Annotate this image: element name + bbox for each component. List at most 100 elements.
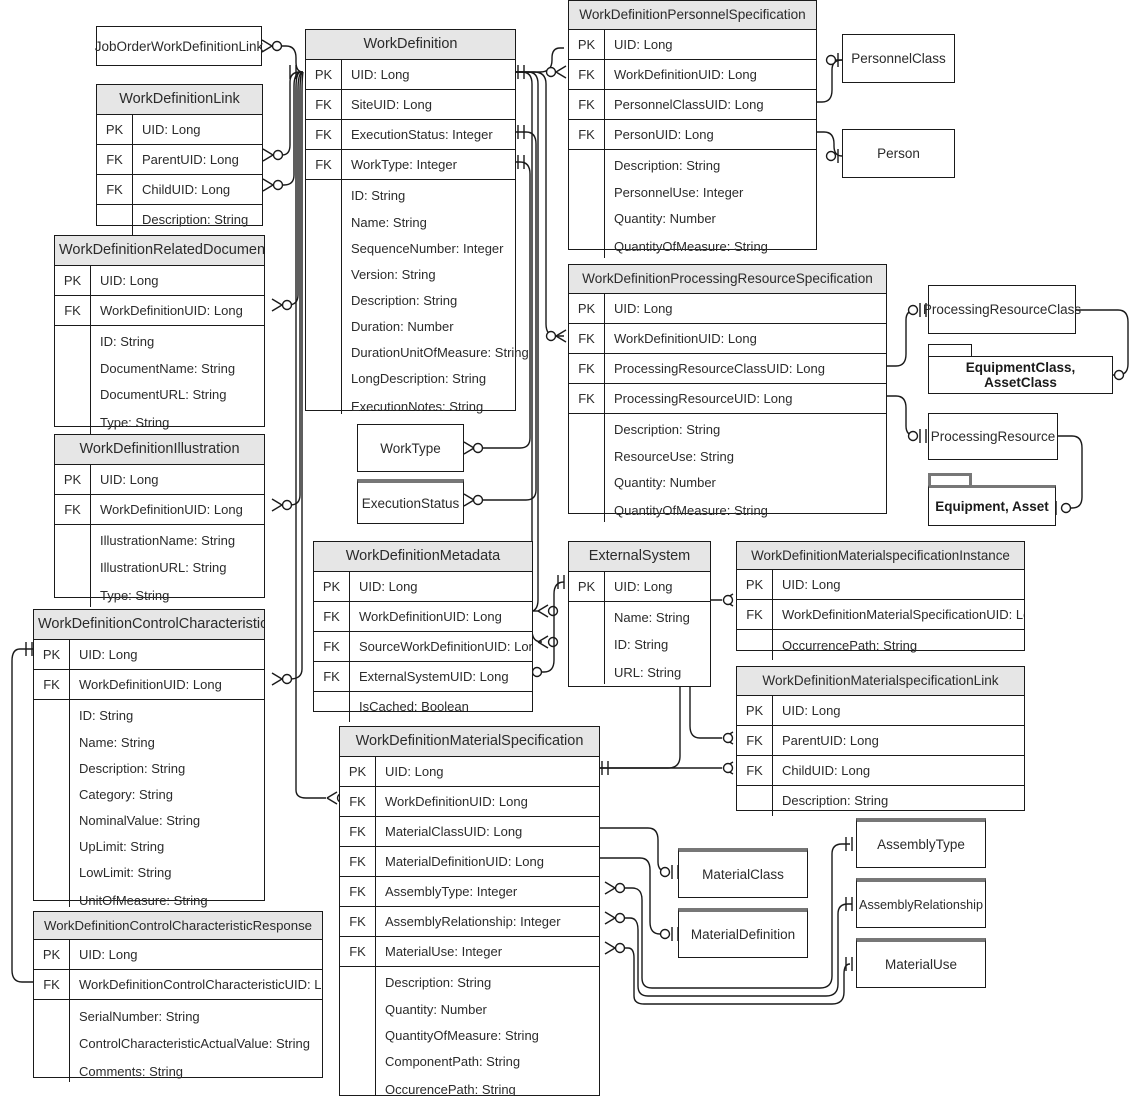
table-row[interactable]: FK PersonnelClassUID: Long (569, 89, 816, 120)
entity-work-definition-related-document[interactable]: WorkDefinitionRelatedDocument PK UID: Lo… (54, 235, 265, 434)
table-row[interactable]: PK UID: Long (569, 293, 886, 324)
attribute-name: IsCached: Boolean (359, 699, 469, 714)
key-indicator: PK (569, 293, 605, 323)
table-row[interactable]: Description: String (97, 204, 262, 235)
entity-processing-resource-class[interactable]: ProcessingResourceClass (923, 285, 1081, 334)
entity-assembly-relationship[interactable]: AssemblyRelationship (856, 878, 986, 928)
table-row[interactable]: FK PersonUID: Long (569, 119, 816, 150)
table-row[interactable]: FK ProcessingResourceUID: Long (569, 383, 886, 414)
table-row[interactable]: FK WorkDefinitionUID: Long (569, 59, 816, 90)
entity-equipment-asset[interactable]: Equipment, Asset (928, 473, 1056, 526)
table-row[interactable]: FK WorkDefinitionUID: Long (569, 323, 886, 354)
attribute-name: DurationUnitOfMeasure: String (351, 345, 529, 360)
key-indicator: FK (55, 494, 91, 524)
table-row[interactable]: FK SourceWorkDefinitionUID: Long (314, 631, 532, 662)
entity-work-definition-processing-resource-specification[interactable]: WorkDefinitionProcessingResourceSpecific… (568, 264, 887, 522)
entity-work-definition-material-specification-instance[interactable]: WorkDefinitionMaterialspecificationInsta… (736, 541, 1025, 661)
attribute-name: UID: Long (351, 66, 410, 82)
table-row[interactable]: FK WorkDefinitionMaterialSpecificationUI… (737, 600, 1024, 631)
entity-execution-status[interactable]: ExecutionStatus (357, 479, 464, 524)
entity-work-definition-metadata[interactable]: WorkDefinitionMetadata PK UID: Long FK W… (313, 541, 533, 722)
table-row[interactable]: PK UID: Long (340, 756, 599, 787)
entity-title: WorkDefinitionMaterialspecificationInsta… (737, 542, 1024, 571)
table-row[interactable]: FK MaterialClassUID: Long (340, 816, 599, 847)
key-indicator: FK (737, 725, 773, 755)
table-row[interactable]: FK WorkDefinitionUID: Long (55, 295, 264, 326)
table-row[interactable]: FK WorkDefinitionControlCharacteristicUI… (34, 970, 322, 1001)
entity-title: WorkDefinitionLink (97, 85, 262, 115)
table-row[interactable]: FK WorkDefinitionUID: Long (55, 494, 264, 525)
table-row[interactable]: PK UID: Long (306, 59, 515, 90)
table-row[interactable]: FK WorkDefinitionUID: Long (314, 601, 532, 632)
table-row[interactable]: FK SiteUID: Long (306, 89, 515, 120)
entity-work-definition-illustration[interactable]: WorkDefinitionIllustration PK UID: Long … (54, 434, 265, 607)
key-indicator: FK (34, 669, 70, 699)
table-row[interactable]: PK UID: Long (34, 940, 322, 971)
attribute-name: SerialNumber: String (79, 1008, 200, 1024)
entity-processing-resource[interactable]: ProcessingResource (928, 413, 1058, 460)
entity-work-definition-link[interactable]: WorkDefinitionLink PK UID: Long FK Paren… (96, 84, 263, 235)
table-row[interactable]: FK AssemblyRelationship: Integer (340, 906, 599, 937)
table-row[interactable]: FK ParentUID: Long (97, 144, 262, 175)
entity-work-definition-control-characteristic-response[interactable]: WorkDefinitionControlCharacteristicRespo… (33, 911, 323, 1083)
entity-work-definition-control-characteristic[interactable]: WorkDefinitionControlCharacteristic PK U… (33, 609, 265, 908)
table-row[interactable]: FK WorkDefinitionUID: Long (34, 669, 264, 700)
table-row[interactable]: FK ExternalSystemUID: Long (314, 661, 532, 692)
table-row[interactable]: IsCached: Boolean (314, 691, 532, 722)
attribute-name: Quantity: Number (614, 475, 716, 491)
attribute-name: ControlCharacteristicActualValue: String (79, 1035, 310, 1051)
entity-equipment-class-asset-class[interactable]: EquipmentClass, AssetClass (928, 344, 1113, 394)
table-row[interactable]: PK UID: Long (737, 570, 1024, 601)
table-row[interactable]: PK UID: Long (55, 265, 264, 296)
key-indicator (340, 966, 376, 1096)
table-row[interactable]: FK ChildUID: Long (97, 174, 262, 205)
table-row[interactable]: Description: String (737, 785, 1024, 816)
entity-work-type[interactable]: WorkType (357, 424, 464, 472)
entity-material-class[interactable]: MaterialClass (678, 848, 808, 898)
entity-material-use[interactable]: MaterialUse (856, 938, 986, 988)
entity-work-definition[interactable]: WorkDefinition PK UID: Long FK SiteUID: … (305, 29, 529, 414)
entity-material-definition[interactable]: MaterialDefinition (678, 908, 808, 958)
table-row[interactable]: FK WorkType: Integer (306, 149, 515, 180)
attribute-name: ChildUID: Long (142, 181, 231, 197)
attribute-name: WorkDefinitionUID: Long (385, 793, 528, 809)
entity-title: AssemblyRelationship (859, 897, 983, 912)
plain-attribute-block: Description: String Quantity: Number Qua… (340, 966, 599, 1096)
table-row[interactable]: OccurrencePath: String (737, 630, 1024, 661)
entity-person[interactable]: Person (842, 129, 955, 178)
table-row[interactable]: PK UID: Long (737, 695, 1024, 726)
entity-personnel-class[interactable]: PersonnelClass (842, 34, 955, 83)
key-indicator (737, 630, 773, 661)
table-row[interactable]: PK UID: Long (55, 464, 264, 495)
table-row[interactable]: FK ChildUID: Long (737, 755, 1024, 786)
key-indicator: FK (314, 631, 350, 661)
attribute-name: Name: String (79, 735, 155, 750)
table-row[interactable]: FK ProcessingResourceClassUID: Long (569, 353, 886, 384)
attribute-name: URL: String (614, 665, 682, 680)
table-row[interactable]: FK WorkDefinitionUID: Long (340, 786, 599, 817)
table-row[interactable]: PK UID: Long (97, 114, 262, 145)
table-row[interactable]: PK UID: Long (569, 571, 710, 602)
attribute-name: MaterialUse: Integer (385, 943, 503, 959)
entity-work-definition-personnel-specification[interactable]: WorkDefinitionPersonnelSpecification PK … (568, 0, 817, 258)
table-row[interactable]: PK UID: Long (314, 571, 532, 602)
table-row[interactable]: FK AssemblyType: Integer (340, 876, 599, 907)
attribute-name: WorkType: Integer (351, 156, 457, 172)
attribute-rows: PK UID: Long FK WorkDefinitionControlCha… (34, 940, 322, 1083)
table-row[interactable]: PK UID: Long (34, 639, 264, 670)
table-row[interactable]: FK ParentUID: Long (737, 725, 1024, 756)
attribute-name: ExternalSystemUID: Long (359, 668, 509, 684)
entity-work-definition-material-specification[interactable]: WorkDefinitionMaterialSpecification PK U… (339, 726, 600, 1096)
entity-title: WorkDefinitionProcessingResourceSpecific… (569, 265, 886, 294)
table-row[interactable]: FK ExecutionStatus: Integer (306, 119, 515, 150)
plain-attribute-block: ID: String Name: String SequenceNumber: … (306, 179, 529, 414)
entity-assembly-type[interactable]: AssemblyType (856, 818, 986, 868)
table-row[interactable]: FK MaterialUse: Integer (340, 936, 599, 967)
entity-title: ProcessingResource (930, 429, 1056, 444)
entity-work-definition-material-specification-link[interactable]: WorkDefinitionMaterialspecificationLink … (736, 666, 1025, 816)
entity-external-system[interactable]: ExternalSystem PK UID: Long Name: String… (568, 541, 711, 687)
entity-job-order-work-definition-link[interactable]: JobOrderWorkDefinitionLink (95, 26, 263, 66)
table-row[interactable]: FK MaterialDefinitionUID: Long (340, 846, 599, 877)
table-row[interactable]: PK UID: Long (569, 29, 816, 60)
attribute-name: PersonnelClassUID: Long (614, 96, 764, 112)
